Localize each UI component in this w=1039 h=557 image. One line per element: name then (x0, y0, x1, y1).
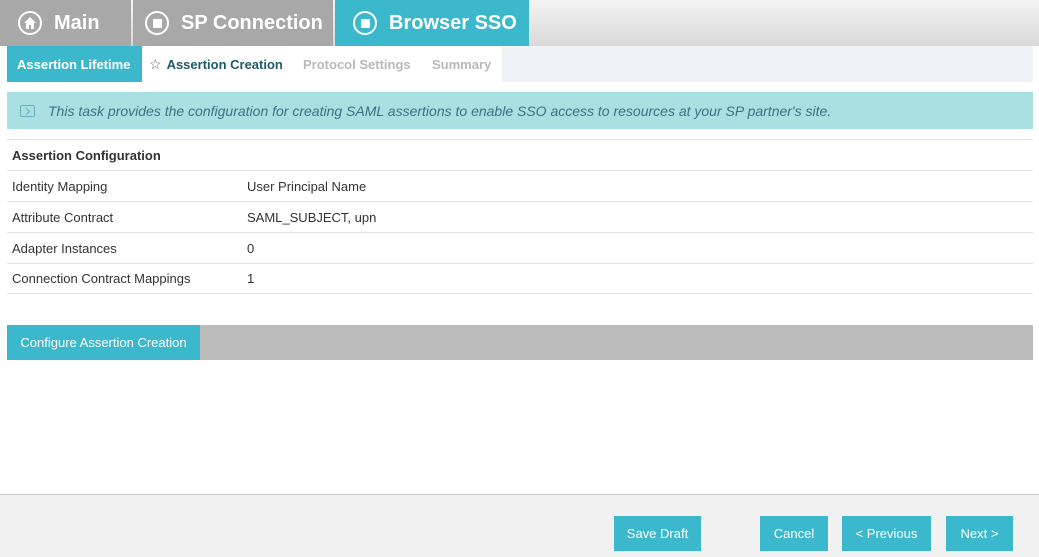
subtab-assertion-lifetime-label: Assertion Lifetime (17, 56, 131, 72)
tab-browser-sso-label: Browser SSO (389, 11, 517, 34)
table-row: Connection Contract Mappings 1 (7, 263, 1033, 294)
footer-bar: Save Draft Cancel < Previous Next > (0, 494, 1039, 557)
subtab-summary[interactable]: Summary (432, 46, 491, 82)
square-circle-icon (145, 11, 169, 35)
square-circle-icon (353, 11, 377, 35)
table-row: Attribute Contract SAML_SUBJECT, upn (7, 201, 1033, 232)
subtab-assertion-lifetime[interactable]: Assertion Lifetime (7, 46, 142, 82)
assertion-summary-table: Assertion Configuration Identity Mapping… (7, 139, 1033, 294)
info-arrow-icon (20, 104, 35, 117)
previous-button[interactable]: < Previous (842, 516, 931, 551)
subtab-summary-label: Summary (432, 56, 492, 72)
tab-sp-connection-label: SP Connection (181, 11, 323, 34)
table-row: Identity Mapping User Principal Name (7, 170, 1033, 201)
subtab-protocol-settings[interactable]: Protocol Settings (303, 46, 411, 82)
row-value: User Principal Name (247, 178, 367, 194)
tab-browser-sso[interactable]: Browser SSO (335, 0, 529, 46)
subtab-protocol-settings-label: Protocol Settings (303, 56, 411, 72)
row-label: Connection Contract Mappings (12, 271, 191, 286)
tab-main-label: Main (54, 11, 100, 34)
cancel-button[interactable]: Cancel (760, 516, 828, 551)
sub-tab-bar: ☆ Assertion Creation Assertion Lifetime … (7, 46, 1033, 82)
row-label: Attribute Contract (12, 209, 114, 225)
table-heading: Assertion Configuration (12, 147, 161, 163)
save-draft-button[interactable]: Save Draft (614, 516, 701, 551)
table-row: Adapter Instances 0 (7, 232, 1033, 263)
tab-sp-connection[interactable]: SP Connection (133, 0, 333, 46)
next-button[interactable]: Next > (946, 516, 1013, 551)
subtab-assertion-creation-label: Assertion Creation (166, 56, 283, 72)
info-banner-text: This task provides the configuration for… (48, 102, 832, 119)
row-value: 1 (247, 271, 255, 286)
table-heading-row: Assertion Configuration (7, 139, 1033, 170)
configure-bar: Configure Assertion Creation (7, 325, 1033, 360)
configure-assertion-creation-button[interactable]: Configure Assertion Creation (7, 325, 200, 360)
row-value: 0 (247, 240, 255, 256)
info-banner: This task provides the configuration for… (7, 92, 1033, 129)
row-label: Adapter Instances (12, 240, 117, 256)
star-icon: ☆ (149, 55, 162, 72)
top-navigation-bar: Main SP Connection Browser SSO (0, 0, 1039, 46)
tab-main[interactable]: Main (0, 0, 131, 46)
row-label: Identity Mapping (12, 178, 108, 194)
home-icon (18, 11, 42, 35)
row-value: SAML_SUBJECT, upn (247, 209, 377, 225)
